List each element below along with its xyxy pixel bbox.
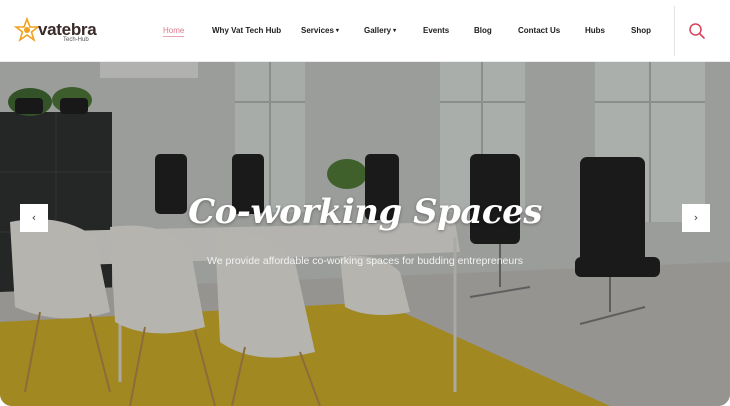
nav-item-label: Gallery (364, 26, 392, 35)
nav-item-why-vat-tech-hub[interactable]: Why Vat Tech Hub (212, 26, 281, 35)
nav-item-label: Why Vat Tech Hub (212, 26, 282, 35)
slider-prev-button[interactable]: ‹ (20, 204, 48, 232)
hero-slider: Co-working Spaces We provide affordable … (0, 62, 730, 406)
nav-item-shop[interactable]: Shop (631, 26, 651, 35)
logo-star-icon (14, 17, 40, 43)
search-icon (689, 23, 705, 39)
nav-item-blog[interactable]: Blog (474, 26, 492, 35)
nav-item-label: Contact Us (518, 26, 561, 35)
hero-overlay (0, 62, 730, 406)
nav-item-services[interactable]: Services ▾ (301, 26, 339, 35)
chevron-down-icon: ▾ (393, 28, 397, 34)
search-button[interactable] (688, 22, 706, 40)
hero-subtitle: We provide affordable co-working spaces … (207, 255, 523, 267)
nav-item-label: Home (163, 26, 185, 35)
nav-item-hubs[interactable]: Hubs (585, 26, 605, 35)
chevron-down-icon: ▾ (335, 28, 339, 34)
nav-item-label: Hubs (585, 26, 605, 35)
header-divider (674, 6, 675, 56)
nav-item-label: Shop (631, 26, 651, 35)
nav-item-label: Blog (474, 26, 492, 35)
nav-item-label: Services (301, 26, 334, 35)
nav-item-contact-us[interactable]: Contact Us (518, 26, 560, 35)
nav-item-gallery[interactable]: Gallery ▾ (364, 26, 396, 35)
hero-title: Co-working Spaces (188, 192, 542, 232)
nav-item-home[interactable]: Home (163, 26, 185, 37)
slider-next-button[interactable]: › (682, 204, 710, 232)
brand-logo[interactable]: vatebra Tech-Hub (14, 15, 104, 47)
nav-item-events[interactable]: Events (423, 26, 449, 35)
site-header: vatebra Tech-Hub Home Why Vat Tech Hub S… (0, 0, 730, 62)
chevron-left-icon: ‹ (31, 211, 37, 224)
chevron-right-icon: › (693, 211, 699, 224)
nav-item-label: Events (423, 26, 450, 35)
logo-tagline: Tech-Hub (63, 37, 89, 43)
